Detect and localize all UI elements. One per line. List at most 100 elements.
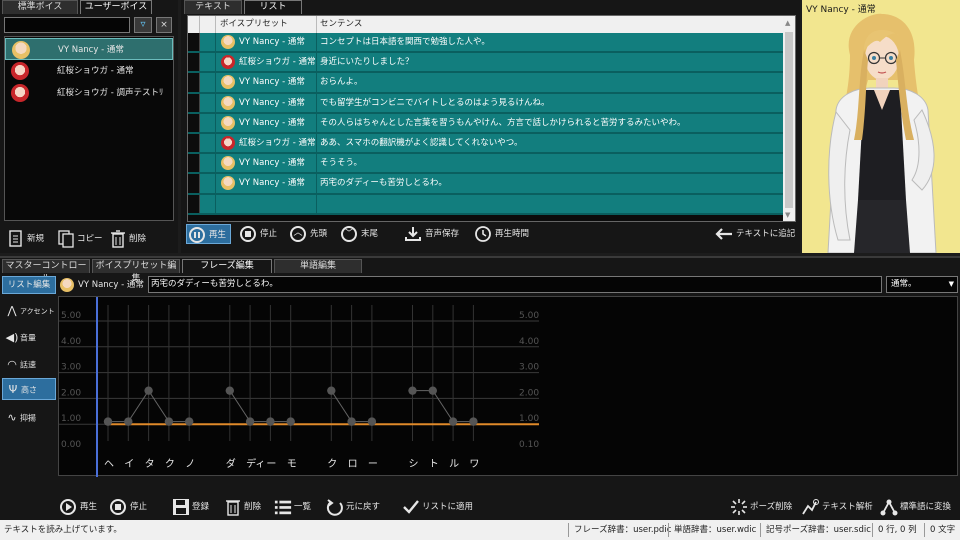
delete-voice-button[interactable]: 削除 bbox=[110, 228, 146, 250]
tab-list[interactable]: リスト bbox=[244, 0, 302, 14]
row-separator bbox=[316, 134, 317, 153]
pitch-icon: Ψ bbox=[8, 383, 18, 396]
side-speed[interactable]: ◠ 話速 bbox=[2, 354, 56, 376]
voice-item[interactable]: VY Nancy - 通常 bbox=[5, 38, 173, 60]
status-word-dict: 単語辞書：user.wdic bbox=[674, 525, 757, 535]
clear-filter-button[interactable]: × bbox=[156, 17, 172, 33]
table-row[interactable]: VY Nancy - 通常 でも留学生がコンビニでバイトしとるのはよう見るけんね。 bbox=[188, 93, 783, 114]
table-row[interactable]: VY Nancy - 通常 丙宅のダディーも苦労しとるわ。 bbox=[188, 174, 783, 195]
side-pitch[interactable]: Ψ 高さ bbox=[2, 378, 56, 400]
voice-item[interactable]: 紅桜ショウガ - 通常 bbox=[5, 60, 173, 82]
list-edit-button[interactable]: リスト編集 bbox=[2, 276, 56, 294]
save-audio-button[interactable]: 音声保存 bbox=[404, 224, 459, 244]
pitch-point bbox=[144, 386, 153, 395]
chevron-down-icon: ﹀ bbox=[341, 225, 357, 242]
chevron-up-icon: ︿ bbox=[290, 225, 306, 242]
pitch-graph[interactable]: 5.00 5.00 4.00 4.00 3.00 3.00 2.00 2.00 1.00 1.00… bbox=[58, 296, 959, 477]
status-divider bbox=[668, 523, 669, 537]
side-intonation[interactable]: ∿ 抑揚 bbox=[2, 407, 56, 429]
header-cell bbox=[200, 16, 216, 33]
scroll-down-icon[interactable]: ▼ bbox=[785, 211, 790, 219]
to-standard-button[interactable]: 標準語に変換 bbox=[880, 496, 951, 518]
table-row[interactable]: VY Nancy - 通常 そうそう。 bbox=[188, 154, 783, 175]
tab-master-control[interactable]: マスターコントロール bbox=[2, 259, 90, 284]
list-head-button[interactable]: ︿ 先頭 bbox=[290, 224, 327, 244]
pitch-graph-canvas[interactable]: 5.00 5.00 4.00 4.00 3.00 3.00 2.00 2.00 1.00 1.00… bbox=[59, 297, 959, 477]
row-sentence: おらんよ。 bbox=[320, 77, 363, 88]
row-preset: VY Nancy - 通常 bbox=[239, 77, 305, 88]
list-tail-button[interactable]: ﹀ 末尾 bbox=[341, 224, 378, 244]
row-gutter bbox=[188, 154, 200, 173]
loading-icon bbox=[731, 498, 747, 515]
tab-user-voice[interactable]: ユーザーボイス bbox=[80, 0, 152, 14]
stop-label: 停止 bbox=[260, 229, 278, 239]
tab-word-edit[interactable]: 単語編集 bbox=[274, 259, 362, 273]
text-analyze-button[interactable]: テキスト解析 bbox=[802, 496, 873, 518]
pitch-point bbox=[327, 386, 336, 395]
table-row[interactable]: VY Nancy - 通常 コンセプトは日本語を関西で勉強した人や。 bbox=[188, 33, 783, 54]
side-accent[interactable]: ⋀ アクセント bbox=[2, 300, 56, 322]
tab-text[interactable]: テキスト bbox=[184, 0, 242, 14]
save-icon bbox=[173, 498, 189, 515]
scroll-up-icon[interactable]: ▲ bbox=[785, 19, 790, 27]
trash-icon bbox=[111, 229, 125, 248]
accent-icon bbox=[880, 499, 898, 515]
row-separator bbox=[316, 33, 317, 52]
copy-icon bbox=[58, 229, 74, 248]
play-time-label: 再生時間 bbox=[495, 229, 530, 239]
pitch-point bbox=[347, 417, 356, 426]
table-row[interactable]: VY Nancy - 通常 おらんよ。 bbox=[188, 73, 783, 94]
list-stop-button[interactable]: 停止 bbox=[240, 224, 277, 244]
pitch-point bbox=[225, 386, 234, 395]
filter-icon[interactable]: ▿ bbox=[134, 17, 152, 33]
tab-standard-voice[interactable]: 標準ボイス bbox=[2, 0, 78, 14]
header-sentence[interactable]: センテンス bbox=[317, 16, 783, 33]
nancy-avatar-icon bbox=[221, 156, 235, 171]
phrase-input[interactable]: 丙宅のダディーも苦労しとるわ。 bbox=[148, 276, 882, 293]
row-separator bbox=[316, 194, 317, 213]
status-divider bbox=[924, 523, 925, 537]
table-row[interactable] bbox=[188, 194, 783, 215]
table-row[interactable]: VY Nancy - 通常 その人らはちゃんとした言葉を習うもんやけん、方言で話し… bbox=[188, 113, 783, 134]
side-intonation-label: 抑揚 bbox=[20, 413, 36, 423]
pitch-segment bbox=[330, 390, 353, 422]
row-gutter bbox=[188, 174, 200, 193]
pitch-point bbox=[367, 417, 377, 426]
kana-label: ヘ bbox=[104, 459, 114, 470]
table-row[interactable]: 紅桜ショウガ - 通常 身近にいたりしました？ bbox=[188, 53, 783, 74]
tab-phrase-edit[interactable]: フレーズ編集 bbox=[182, 259, 272, 273]
table-row[interactable]: 紅桜ショウガ - 通常 ああ、スマホの翻訳機がよく認識してくれないやつ。 bbox=[188, 134, 783, 155]
apply-list-button[interactable]: リストに適用 bbox=[402, 496, 473, 518]
y-tick-right: 3.00 bbox=[519, 363, 539, 373]
side-volume[interactable]: ◀) 音量 bbox=[2, 327, 56, 349]
pitch-point bbox=[164, 417, 174, 426]
scroll-thumb[interactable] bbox=[785, 32, 793, 208]
row-preset: VY Nancy - 通常 bbox=[239, 178, 305, 189]
pitch-point bbox=[103, 417, 113, 426]
phrase-stop-button[interactable]: 停止 bbox=[110, 496, 147, 518]
list-scrollbar[interactable]: ▲ ▼ bbox=[783, 16, 795, 221]
row-separator bbox=[316, 174, 317, 193]
voice-search-input[interactable] bbox=[4, 17, 130, 33]
register-button[interactable]: 登録 bbox=[172, 496, 209, 518]
row-preset: VY Nancy - 通常 bbox=[239, 97, 305, 108]
y-tick-right: 4.00 bbox=[519, 337, 539, 347]
copy-voice-button[interactable]: コピー bbox=[58, 228, 103, 250]
new-voice-button[interactable]: 新規 bbox=[8, 228, 44, 250]
panel-divider[interactable] bbox=[0, 256, 960, 258]
y-tick-right: 1.00 bbox=[519, 414, 539, 424]
list-play-button[interactable]: 再生 bbox=[186, 224, 232, 244]
style-select[interactable]: 通常。 ▼ bbox=[886, 276, 958, 293]
pause-delete-button[interactable]: ポーズ削除 bbox=[730, 496, 792, 518]
tab-voice-preset-edit[interactable]: ボイスプリセット編集 bbox=[92, 259, 180, 284]
voice-item[interactable]: 紅桜ショウガ - 調声テストﾘ bbox=[5, 82, 173, 104]
list-view-button[interactable]: 一覧 bbox=[274, 496, 311, 518]
row-sentence: その人らはちゃんとした言葉を習うもんやけん、方言で話しかけられると苦労するみたい… bbox=[320, 117, 686, 128]
phrase-delete-button[interactable]: 削除 bbox=[224, 496, 261, 518]
undo-button[interactable]: 元に戻す bbox=[326, 496, 380, 518]
trash-icon bbox=[226, 499, 240, 516]
header-preset[interactable]: ボイスプリセット bbox=[216, 16, 317, 33]
append-text-button[interactable]: テキストに追記 bbox=[714, 224, 795, 244]
phrase-play-button[interactable]: 再生 bbox=[60, 496, 97, 518]
play-time-button[interactable]: 再生時間 bbox=[474, 224, 529, 244]
